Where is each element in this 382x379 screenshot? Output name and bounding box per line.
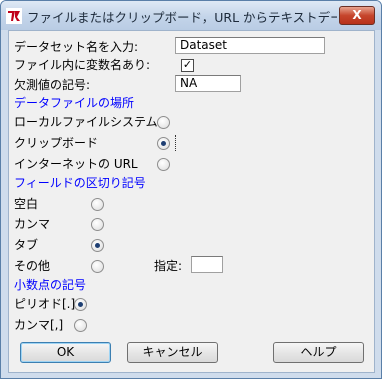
title-bar[interactable]: ファイルまたはクリップボード，URL からテキストデー... X — [1, 1, 381, 30]
dialog-body: データセット名を入力: Dataset ファイル内に変数名あり: ✓ 欠測値の記… — [8, 30, 375, 373]
location-url-radio[interactable] — [157, 158, 170, 171]
delimiter-other-label: その他 — [14, 259, 51, 273]
tk-app-icon — [6, 8, 22, 24]
delimiter-space-label: 空白 — [14, 197, 39, 211]
dataset-name-label: データセット名を入力: — [14, 40, 139, 54]
dialog-window: ファイルまたはクリップボード，URL からテキストデー... X データセット名… — [0, 0, 382, 379]
location-heading: データファイルの場所 — [14, 96, 135, 110]
location-url-label: インターネットの URL — [14, 157, 138, 171]
variable-names-label: ファイル内に変数名あり: — [14, 58, 151, 72]
dataset-name-input[interactable]: Dataset — [175, 37, 325, 54]
location-clipboard-radio[interactable] — [157, 137, 170, 150]
location-local-radio[interactable] — [157, 116, 170, 129]
delimiter-tab-radio[interactable] — [91, 239, 104, 252]
focus-indicator — [175, 135, 177, 151]
decimal-period-label: ピリオド[.] — [14, 297, 76, 311]
location-clipboard-label: クリップボード — [14, 136, 99, 150]
variable-names-checkbox[interactable]: ✓ — [181, 59, 194, 72]
delimiter-comma-radio[interactable] — [91, 218, 104, 231]
decimal-heading: 小数点の記号 — [14, 278, 87, 292]
window-title: ファイルまたはクリップボード，URL からテキストデー... — [27, 10, 337, 25]
close-button[interactable]: X — [339, 6, 375, 25]
delimiter-specify-input[interactable] — [191, 256, 223, 273]
cancel-button[interactable]: キャンセル — [127, 342, 218, 363]
location-local-label: ローカルファイルシステム — [14, 115, 158, 129]
missing-value-label: 欠測値の記号: — [14, 78, 91, 92]
decimal-period-radio[interactable] — [74, 298, 87, 311]
delimiter-tab-label: タブ — [14, 238, 39, 252]
decimal-comma-label: カンマ[,] — [14, 318, 64, 332]
delimiter-heading: フィールドの区切り記号 — [14, 176, 146, 190]
missing-value-input[interactable]: NA — [175, 75, 241, 92]
delimiter-specify-label: 指定: — [154, 259, 183, 273]
ok-button[interactable]: OK — [20, 342, 111, 363]
delimiter-space-radio[interactable] — [91, 198, 104, 211]
delimiter-other-radio[interactable] — [91, 260, 104, 273]
help-button[interactable]: ヘルプ — [273, 342, 364, 363]
delimiter-comma-label: カンマ — [14, 217, 51, 231]
decimal-comma-radio[interactable] — [74, 319, 87, 332]
